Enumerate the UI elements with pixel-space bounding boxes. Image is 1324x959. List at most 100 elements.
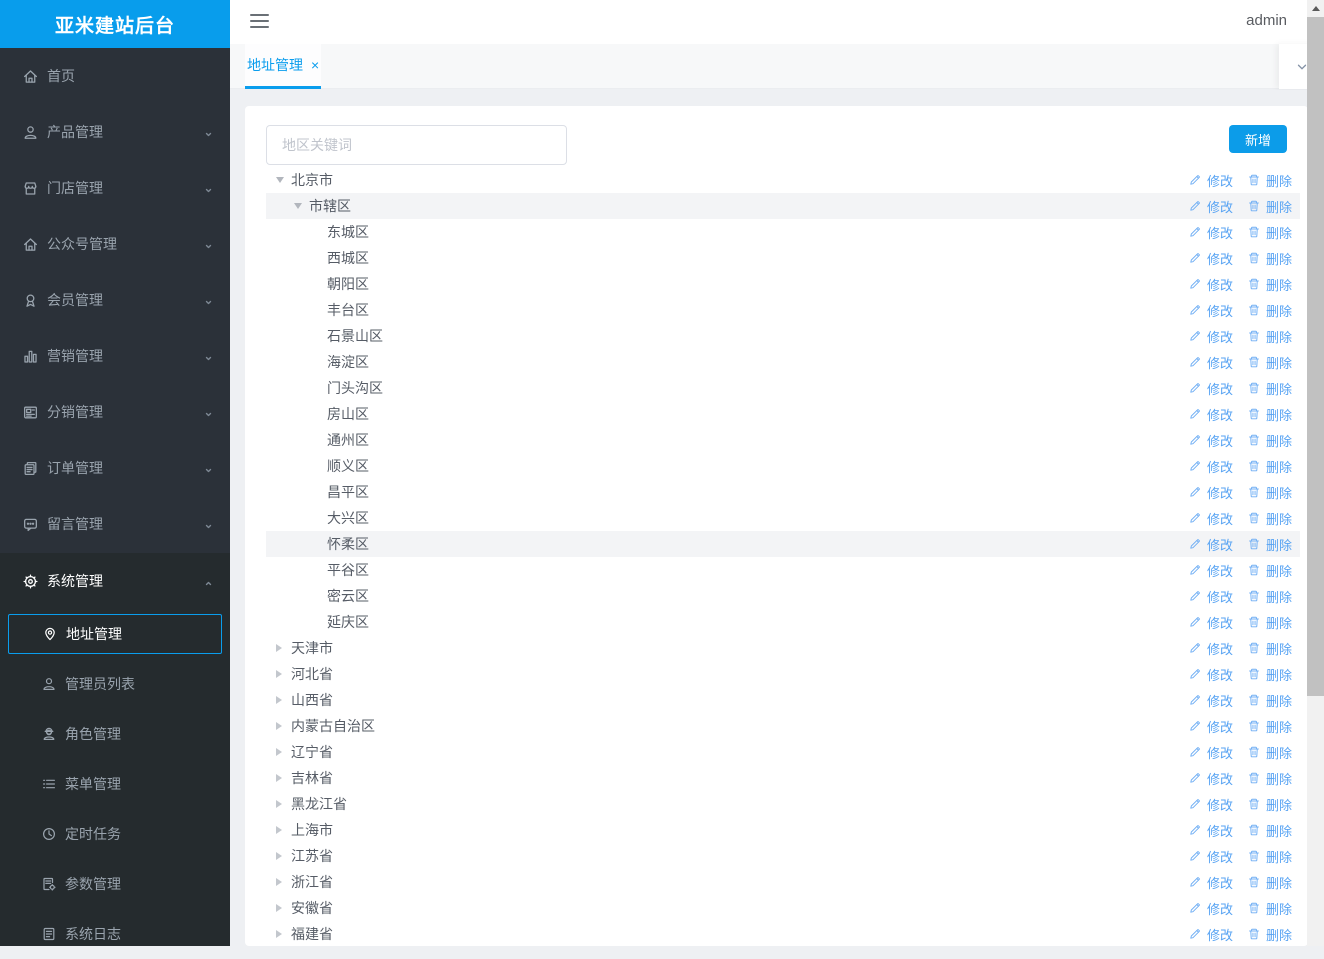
tree-row[interactable]: 通州区 修改 删除 xyxy=(266,427,1300,453)
sidebar-subitem-2[interactable]: 角色管理 xyxy=(0,709,230,759)
edit-action[interactable]: 修改 xyxy=(1188,405,1233,424)
delete-action[interactable]: 删除 xyxy=(1247,795,1292,814)
tree-row[interactable]: 丰台区 修改 删除 xyxy=(266,297,1300,323)
caret-right-icon[interactable] xyxy=(276,852,291,860)
edit-action[interactable]: 修改 xyxy=(1188,561,1233,580)
tree-row[interactable]: 昌平区 修改 删除 xyxy=(266,479,1300,505)
edit-action[interactable]: 修改 xyxy=(1188,899,1233,918)
tree-row[interactable]: 朝阳区 修改 删除 xyxy=(266,271,1300,297)
delete-action[interactable]: 删除 xyxy=(1247,587,1292,606)
tree-row[interactable]: 东城区 修改 删除 xyxy=(266,219,1300,245)
caret-right-icon[interactable] xyxy=(276,748,291,756)
edit-action[interactable]: 修改 xyxy=(1188,639,1233,658)
tree-row[interactable]: 市辖区 修改 删除 xyxy=(266,193,1300,219)
sidebar-subitem-6[interactable]: 系统日志 xyxy=(0,909,230,959)
tab-close-icon[interactable]: × xyxy=(311,57,319,73)
tree-row[interactable]: 房山区 修改 删除 xyxy=(266,401,1300,427)
caret-right-icon[interactable] xyxy=(276,878,291,886)
tree-row[interactable]: 江苏省 修改 删除 xyxy=(266,843,1300,869)
sidebar-item-7[interactable]: 订单管理 xyxy=(0,440,230,496)
delete-action[interactable]: 删除 xyxy=(1247,275,1292,294)
tree-row[interactable]: 内蒙古自治区 修改 删除 xyxy=(266,713,1300,739)
edit-action[interactable]: 修改 xyxy=(1188,769,1233,788)
edit-action[interactable]: 修改 xyxy=(1188,925,1233,944)
tree-row[interactable]: 海淀区 修改 删除 xyxy=(266,349,1300,375)
sidebar-item-0[interactable]: 首页 xyxy=(0,48,230,104)
delete-action[interactable]: 删除 xyxy=(1247,301,1292,320)
edit-action[interactable]: 修改 xyxy=(1188,379,1233,398)
delete-action[interactable]: 删除 xyxy=(1247,353,1292,372)
edit-action[interactable]: 修改 xyxy=(1188,717,1233,736)
delete-action[interactable]: 删除 xyxy=(1247,249,1292,268)
delete-action[interactable]: 删除 xyxy=(1247,873,1292,892)
sidebar-item-1[interactable]: 产品管理 xyxy=(0,104,230,160)
sidebar-subitem-5[interactable]: 参数管理 xyxy=(0,859,230,909)
sidebar-item-3[interactable]: 公众号管理 xyxy=(0,216,230,272)
tree-row[interactable]: 大兴区 修改 删除 xyxy=(266,505,1300,531)
edit-action[interactable]: 修改 xyxy=(1188,743,1233,762)
sidebar-subitem-3[interactable]: 菜单管理 xyxy=(0,759,230,809)
tree-row[interactable]: 山西省 修改 删除 xyxy=(266,687,1300,713)
caret-right-icon[interactable] xyxy=(276,800,291,808)
tree-row[interactable]: 顺义区 修改 删除 xyxy=(266,453,1300,479)
tree-row[interactable]: 浙江省 修改 删除 xyxy=(266,869,1300,895)
delete-action[interactable]: 删除 xyxy=(1247,379,1292,398)
tree-row[interactable]: 河北省 修改 删除 xyxy=(266,661,1300,687)
delete-action[interactable]: 删除 xyxy=(1247,327,1292,346)
delete-action[interactable]: 删除 xyxy=(1247,847,1292,866)
edit-action[interactable]: 修改 xyxy=(1188,535,1233,554)
delete-action[interactable]: 删除 xyxy=(1247,457,1292,476)
tree-row[interactable]: 西城区 修改 删除 xyxy=(266,245,1300,271)
delete-action[interactable]: 删除 xyxy=(1247,691,1292,710)
tree-row[interactable]: 福建省 修改 删除 xyxy=(266,921,1300,946)
delete-action[interactable]: 删除 xyxy=(1247,535,1292,554)
delete-action[interactable]: 删除 xyxy=(1247,405,1292,424)
delete-action[interactable]: 删除 xyxy=(1247,197,1292,216)
tree-row[interactable]: 石景山区 修改 删除 xyxy=(266,323,1300,349)
edit-action[interactable]: 修改 xyxy=(1188,509,1233,528)
delete-action[interactable]: 删除 xyxy=(1247,925,1292,944)
edit-action[interactable]: 修改 xyxy=(1188,353,1233,372)
edit-action[interactable]: 修改 xyxy=(1188,457,1233,476)
edit-action[interactable]: 修改 xyxy=(1188,665,1233,684)
edit-action[interactable]: 修改 xyxy=(1188,171,1233,190)
edit-action[interactable]: 修改 xyxy=(1188,795,1233,814)
caret-right-icon[interactable] xyxy=(276,696,291,704)
edit-action[interactable]: 修改 xyxy=(1188,847,1233,866)
scrollbar-up-arrow[interactable] xyxy=(1307,0,1324,17)
tree-row[interactable]: 天津市 修改 删除 xyxy=(266,635,1300,661)
edit-action[interactable]: 修改 xyxy=(1188,327,1233,346)
sidebar-item-4[interactable]: 会员管理 xyxy=(0,272,230,328)
edit-action[interactable]: 修改 xyxy=(1188,587,1233,606)
delete-action[interactable]: 删除 xyxy=(1247,613,1292,632)
edit-action[interactable]: 修改 xyxy=(1188,275,1233,294)
edit-action[interactable]: 修改 xyxy=(1188,691,1233,710)
add-button[interactable]: 新增 xyxy=(1229,125,1287,153)
region-search-input[interactable] xyxy=(266,125,567,165)
edit-action[interactable]: 修改 xyxy=(1188,821,1233,840)
caret-down-icon[interactable] xyxy=(294,203,309,209)
tree-row[interactable]: 吉林省 修改 删除 xyxy=(266,765,1300,791)
sidebar-subitem-1[interactable]: 管理员列表 xyxy=(0,659,230,709)
edit-action[interactable]: 修改 xyxy=(1188,301,1233,320)
delete-action[interactable]: 删除 xyxy=(1247,483,1292,502)
edit-action[interactable]: 修改 xyxy=(1188,873,1233,892)
caret-right-icon[interactable] xyxy=(276,670,291,678)
delete-action[interactable]: 删除 xyxy=(1247,717,1292,736)
tree-row[interactable]: 怀柔区 修改 删除 xyxy=(266,531,1300,557)
user-menu[interactable]: admin xyxy=(1246,12,1287,29)
delete-action[interactable]: 删除 xyxy=(1247,665,1292,684)
caret-right-icon[interactable] xyxy=(276,930,291,938)
delete-action[interactable]: 删除 xyxy=(1247,223,1292,242)
delete-action[interactable]: 删除 xyxy=(1247,561,1292,580)
tree-row[interactable]: 平谷区 修改 删除 xyxy=(266,557,1300,583)
tab-address-management[interactable]: 地址管理 × xyxy=(245,44,322,89)
delete-action[interactable]: 删除 xyxy=(1247,769,1292,788)
delete-action[interactable]: 删除 xyxy=(1247,509,1292,528)
delete-action[interactable]: 删除 xyxy=(1247,743,1292,762)
sidebar-subitem-0[interactable]: 地址管理 xyxy=(8,614,222,654)
caret-right-icon[interactable] xyxy=(276,722,291,730)
caret-right-icon[interactable] xyxy=(276,774,291,782)
edit-action[interactable]: 修改 xyxy=(1188,223,1233,242)
tree-row[interactable]: 安徽省 修改 删除 xyxy=(266,895,1300,921)
